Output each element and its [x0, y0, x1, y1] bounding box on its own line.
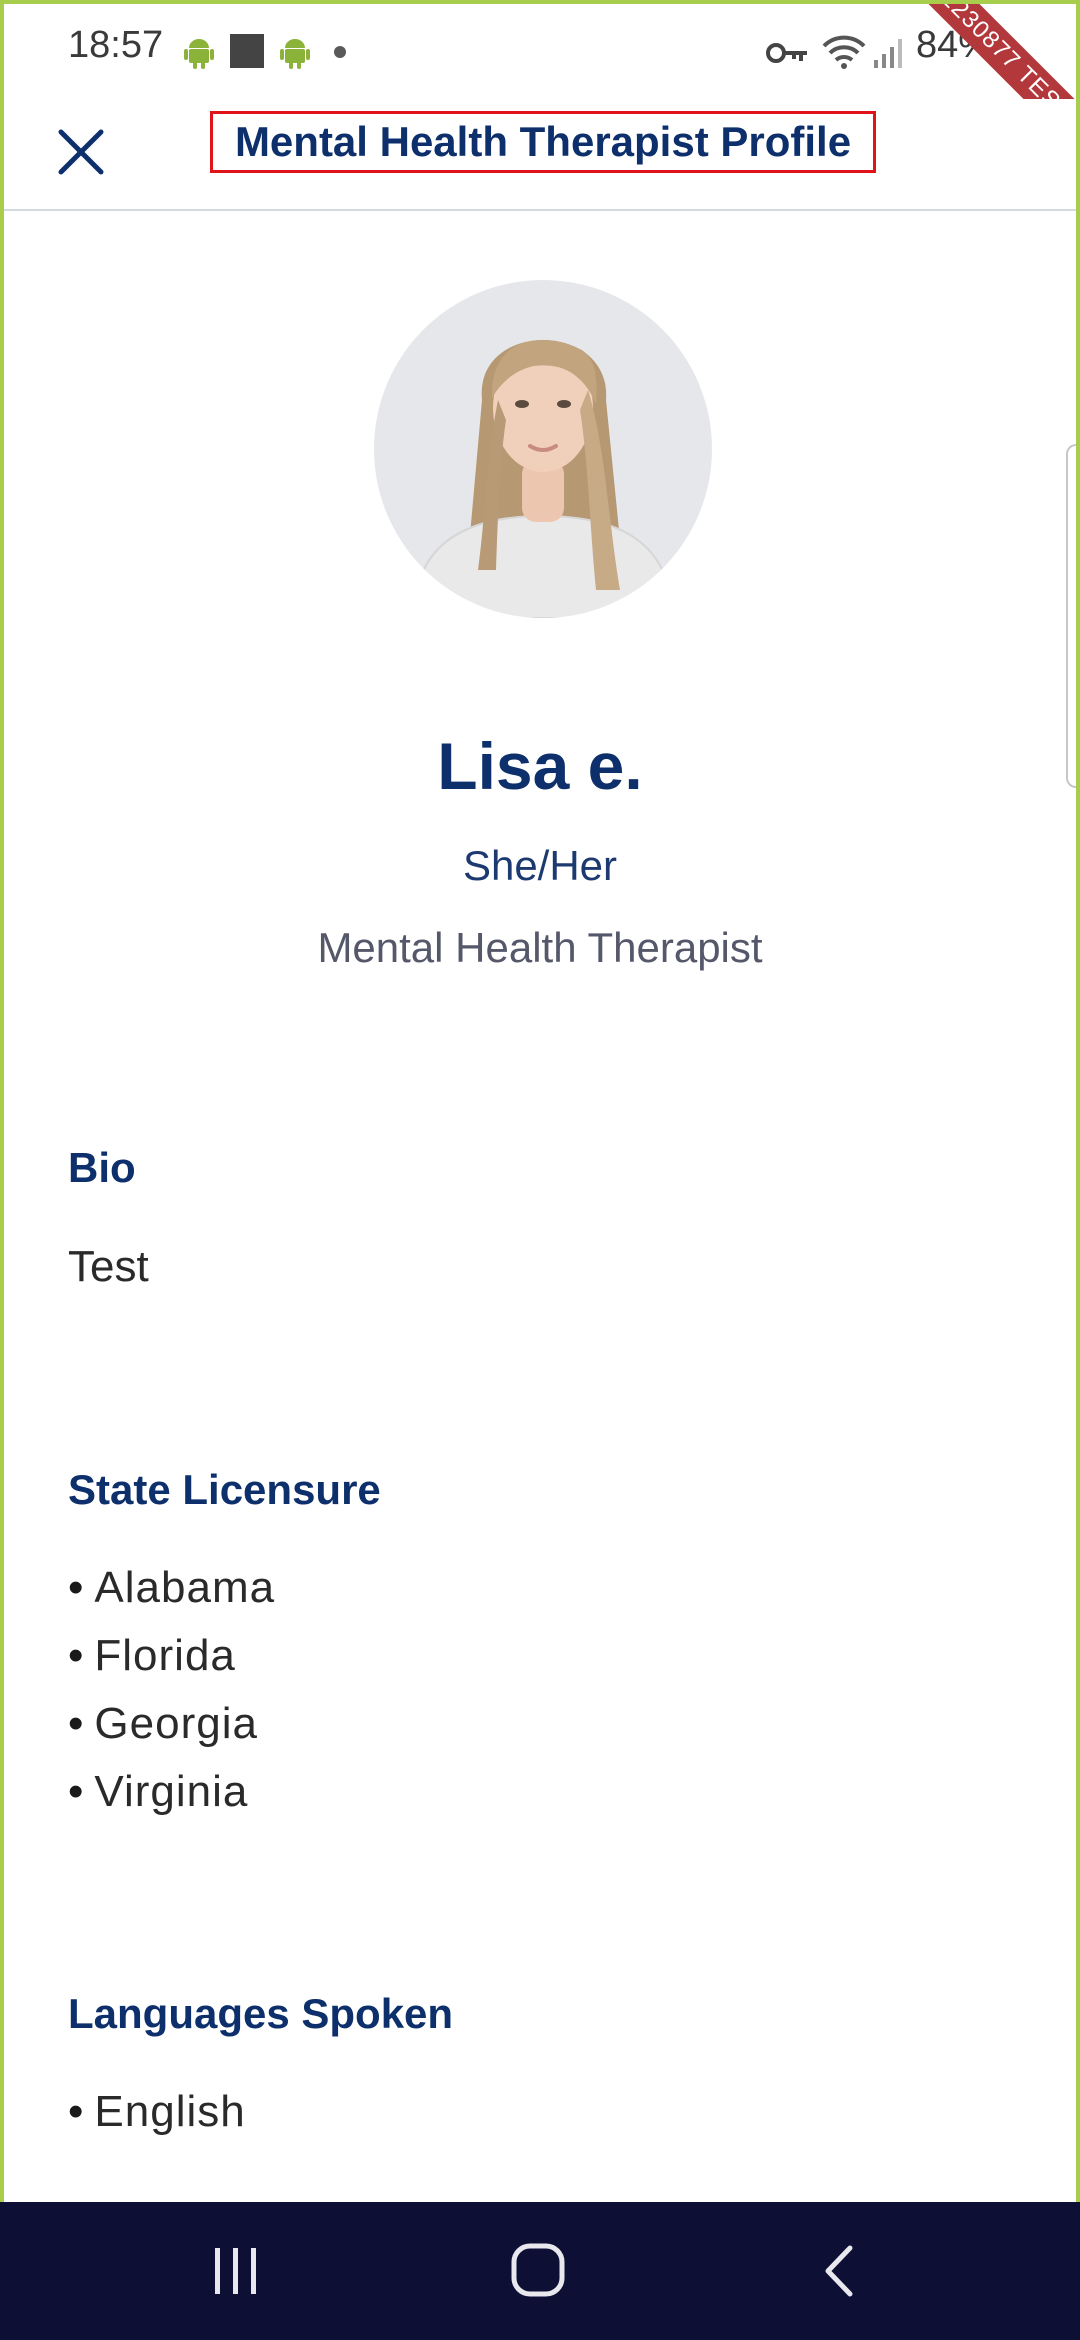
bio-heading: Bio: [68, 1144, 136, 1191]
android-icon: [280, 39, 310, 69]
avatar: [374, 280, 712, 618]
list-item: Florida: [68, 1622, 275, 1690]
status-bar: 18:57 84%: [4, 4, 1076, 99]
app-header: Mental Health Therapist Profile: [4, 99, 1076, 211]
state-licensure-heading: State Licensure: [68, 1466, 381, 1513]
signal-icon: [874, 39, 902, 68]
close-button[interactable]: [46, 117, 116, 187]
state-licensure-list: Alabama Florida Georgia Virginia: [68, 1554, 275, 1826]
bio-text: Test: [68, 1242, 149, 1291]
therapist-name: Lisa e.: [437, 729, 643, 803]
close-icon: [58, 129, 104, 175]
vpn-key-icon: [766, 43, 807, 63]
android-icon: [184, 39, 214, 69]
page-title: Mental Health Therapist Profile: [210, 111, 876, 173]
home-button[interactable]: [498, 2236, 578, 2306]
wifi-icon: [822, 35, 866, 69]
notification-square-icon: [230, 34, 264, 68]
recent-apps-button[interactable]: [196, 2236, 276, 2306]
therapist-title: Mental Health Therapist: [317, 924, 763, 971]
home-icon: [511, 2243, 565, 2297]
notification-dot-icon: [334, 46, 346, 58]
therapist-pronouns: She/Her: [462, 842, 618, 889]
list-item: Alabama: [68, 1554, 275, 1622]
back-button[interactable]: [800, 2236, 880, 2306]
system-nav-bar: [0, 2202, 1080, 2340]
languages-list: English: [68, 2078, 246, 2146]
app-screen: 18:57 84% 2230877 TEST Mental Health The…: [0, 0, 1080, 2340]
list-item: English: [68, 2078, 246, 2146]
back-icon: [825, 2245, 853, 2297]
list-item: Georgia: [68, 1690, 275, 1758]
recent-apps-icon: [215, 2248, 256, 2294]
languages-heading: Languages Spoken: [68, 1990, 454, 2037]
list-item: Virginia: [68, 1758, 275, 1826]
status-time: 18:57: [68, 24, 164, 66]
avatar-photo: [374, 280, 712, 618]
